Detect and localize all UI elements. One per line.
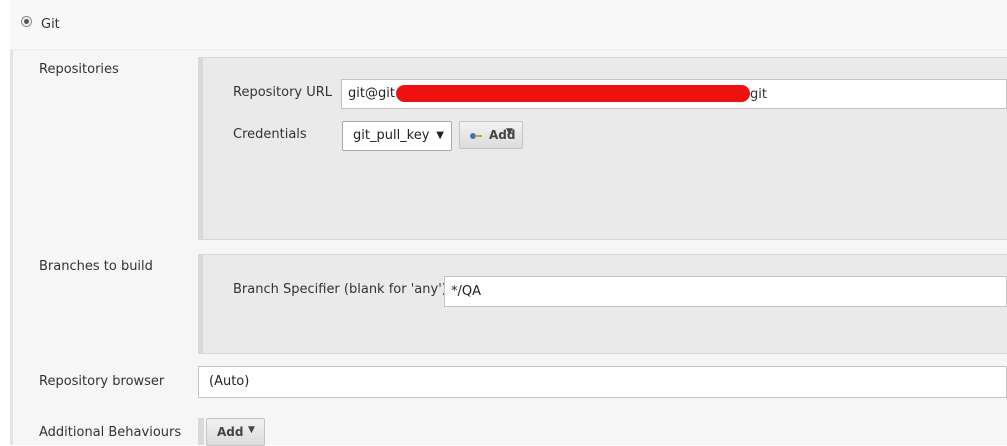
behaviours-panel-handle	[198, 418, 204, 445]
git-option-label: Git	[41, 17, 60, 32]
dropdown-arrow-icon: ▼	[436, 130, 444, 141]
credentials-label: Credentials	[233, 127, 307, 142]
redaction-mark	[396, 85, 750, 102]
additional-behaviours-label: Additional Behaviours	[39, 425, 182, 440]
credentials-select[interactable]: git_pull_key ▼	[342, 121, 452, 151]
add-behaviour-button[interactable]: Add ▼	[206, 418, 265, 446]
scm-option-row	[10, 0, 1007, 50]
branches-label: Branches to build	[39, 259, 153, 274]
credentials-selected-value: git_pull_key	[353, 128, 430, 143]
key-icon	[470, 133, 482, 139]
repository-url-label: Repository URL	[233, 85, 333, 100]
repository-browser-select[interactable]: (Auto)	[198, 366, 1007, 398]
repository-browser-label: Repository browser	[39, 374, 165, 389]
caret-down-icon: ▼	[248, 425, 255, 435]
add-behaviour-label: Add	[217, 425, 244, 439]
branches-panel-handle[interactable]	[198, 254, 203, 354]
repository-url-suffix: git	[750, 87, 767, 102]
caret-down-icon: ▼	[506, 127, 513, 137]
radio-selected-dot-icon	[24, 19, 29, 24]
branch-specifier-input[interactable]: */QA	[444, 276, 1007, 307]
repository-url-prefix: git@git	[348, 86, 395, 101]
add-credentials-button[interactable]: Add ▼	[459, 121, 523, 149]
section-indent-rule	[10, 41, 13, 445]
repositories-panel-handle[interactable]	[198, 57, 203, 240]
repositories-label: Repositories	[39, 62, 119, 77]
branch-specifier-label: Branch Specifier (blank for 'any')	[233, 282, 447, 297]
